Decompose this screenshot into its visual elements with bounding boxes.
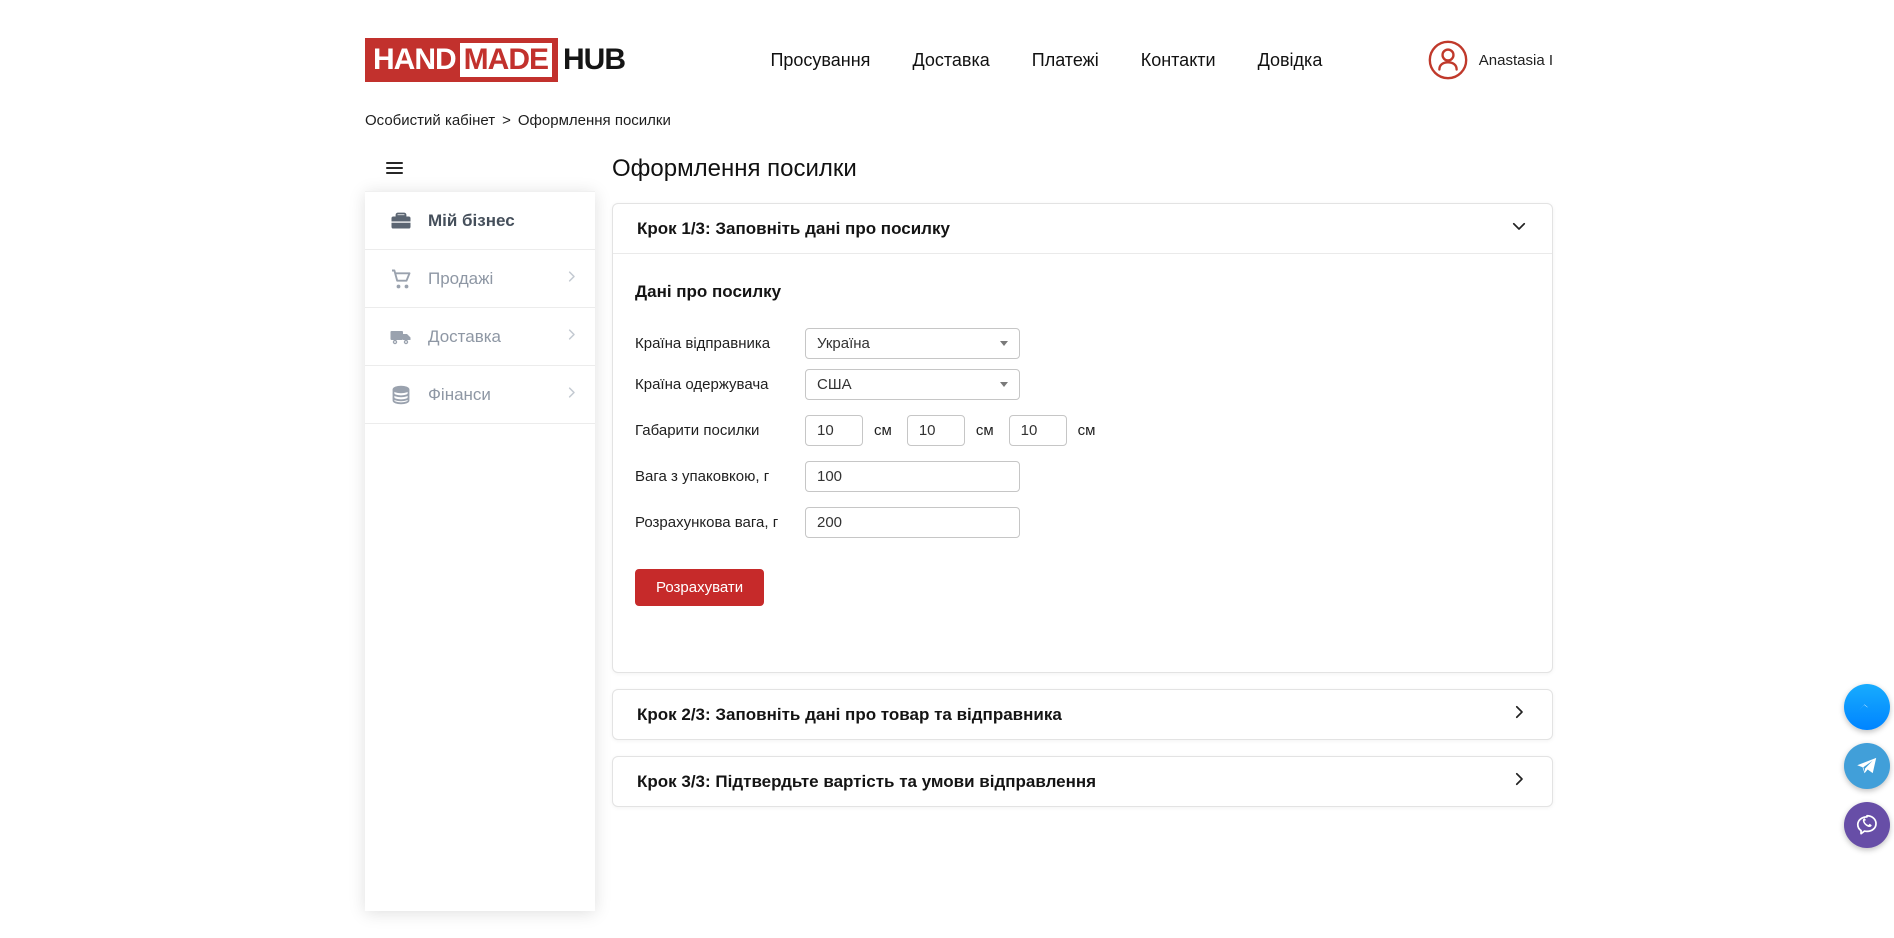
social-stack — [1844, 684, 1890, 848]
sidebar-item-finance[interactable]: Фінанси — [365, 366, 595, 424]
sidebar-item-label: Доставка — [428, 327, 564, 347]
sidebar-item-label: Мій бізнес — [428, 211, 579, 231]
brand-logo-redbox: HANDMADE — [365, 38, 558, 82]
dimension-width-input[interactable] — [907, 415, 965, 446]
messenger-icon[interactable] — [1844, 684, 1890, 730]
recipient-country-label: Країна одержувача — [635, 376, 805, 393]
sidebar-column: Мій бізнес Продажі — [365, 155, 595, 911]
sidebar: Мій бізнес Продажі — [365, 191, 595, 911]
breadcrumb-item-account[interactable]: Особистий кабінет — [365, 112, 495, 129]
brand-made: MADE — [460, 43, 552, 77]
user-menu[interactable]: Anastasia I — [1428, 40, 1553, 80]
chevron-right-icon — [564, 269, 579, 289]
sidebar-item-label: Продажі — [428, 269, 564, 289]
main-content: Оформлення посилки Крок 1/3: Заповніть д… — [612, 155, 1553, 807]
chevron-down-icon — [1510, 217, 1528, 240]
sidebar-item-label: Фінанси — [428, 385, 564, 405]
caret-down-icon — [1000, 341, 1008, 346]
breadcrumb-item-current: Оформлення посилки — [518, 112, 671, 129]
dimensions-label: Габарити посилки — [635, 422, 805, 439]
brand-hub: HUB — [558, 43, 625, 77]
nav-item-delivery[interactable]: Доставка — [912, 50, 989, 71]
step-1-card: Крок 1/3: Заповніть дані про посилку Дан… — [612, 203, 1553, 673]
page-title: Оформлення посилки — [612, 155, 1553, 183]
dimension-unit: см — [976, 422, 994, 439]
breadcrumb-separator: > — [502, 112, 511, 129]
nav-item-contacts[interactable]: Контакти — [1141, 50, 1216, 71]
step-1-title: Крок 1/3: Заповніть дані про посилку — [637, 219, 950, 239]
breadcrumb: Особистий кабінет > Оформлення посилки — [365, 112, 1553, 129]
chevron-right-icon — [1510, 703, 1528, 726]
user-circle-icon — [1428, 40, 1468, 80]
dimension-height-input[interactable] — [1009, 415, 1067, 446]
calc-weight-label: Розрахункова вага, г — [635, 514, 805, 531]
nav-item-payments[interactable]: Платежі — [1032, 50, 1099, 71]
user-name: Anastasia I — [1479, 52, 1553, 69]
viber-icon[interactable] — [1844, 802, 1890, 848]
main-nav: Просування Доставка Платежі Контакти Дов… — [665, 50, 1428, 71]
telegram-icon[interactable] — [1844, 743, 1890, 789]
step-2-title: Крок 2/3: Заповніть дані про товар та ві… — [637, 705, 1062, 725]
dimension-length-input[interactable] — [805, 415, 863, 446]
form-heading: Дані про посилку — [635, 282, 1530, 302]
step-3-card: Крок 3/3: Підтвердьте вартість та умови … — [612, 756, 1553, 807]
chevron-right-icon — [1510, 770, 1528, 793]
briefcase-icon — [389, 209, 413, 233]
dimension-unit: см — [874, 422, 892, 439]
nav-item-promotion[interactable]: Просування — [770, 50, 870, 71]
step-3-header[interactable]: Крок 3/3: Підтвердьте вартість та умови … — [613, 757, 1552, 806]
sidebar-item-my-business[interactable]: Мій бізнес — [365, 192, 595, 250]
calc-weight-input[interactable] — [805, 507, 1020, 538]
chevron-right-icon — [564, 385, 579, 405]
weight-label: Вага з упаковкою, г — [635, 468, 805, 485]
sidebar-item-sales[interactable]: Продажі — [365, 250, 595, 308]
header: HANDMADEHUB Просування Доставка Платежі … — [365, 0, 1553, 82]
recipient-country-value: США — [817, 376, 852, 393]
nav-item-help[interactable]: Довідка — [1258, 50, 1323, 71]
calculate-button[interactable]: Розрахувати — [635, 569, 764, 606]
truck-icon — [389, 325, 413, 349]
sidebar-item-delivery[interactable]: Доставка — [365, 308, 595, 366]
hamburger-icon[interactable] — [382, 155, 407, 181]
step-1-body: Дані про посилку Країна відправника Укра… — [613, 254, 1552, 672]
recipient-country-select[interactable]: США — [805, 369, 1020, 400]
chevron-right-icon — [564, 327, 579, 347]
step-3-title: Крок 3/3: Підтвердьте вартість та умови … — [637, 772, 1096, 792]
caret-down-icon — [1000, 382, 1008, 387]
brand-logo[interactable]: HANDMADEHUB — [365, 38, 625, 82]
coins-icon — [389, 383, 413, 407]
brand-hand: HAND — [371, 43, 460, 77]
weight-input[interactable] — [805, 461, 1020, 492]
cart-icon — [389, 267, 413, 291]
sender-country-value: Україна — [817, 335, 870, 352]
step-2-header[interactable]: Крок 2/3: Заповніть дані про товар та ві… — [613, 690, 1552, 739]
step-1-header[interactable]: Крок 1/3: Заповніть дані про посилку — [613, 204, 1552, 254]
sender-country-select[interactable]: Україна — [805, 328, 1020, 359]
step-2-card: Крок 2/3: Заповніть дані про товар та ві… — [612, 689, 1553, 740]
dimension-unit: см — [1078, 422, 1096, 439]
sender-country-label: Країна відправника — [635, 335, 805, 352]
